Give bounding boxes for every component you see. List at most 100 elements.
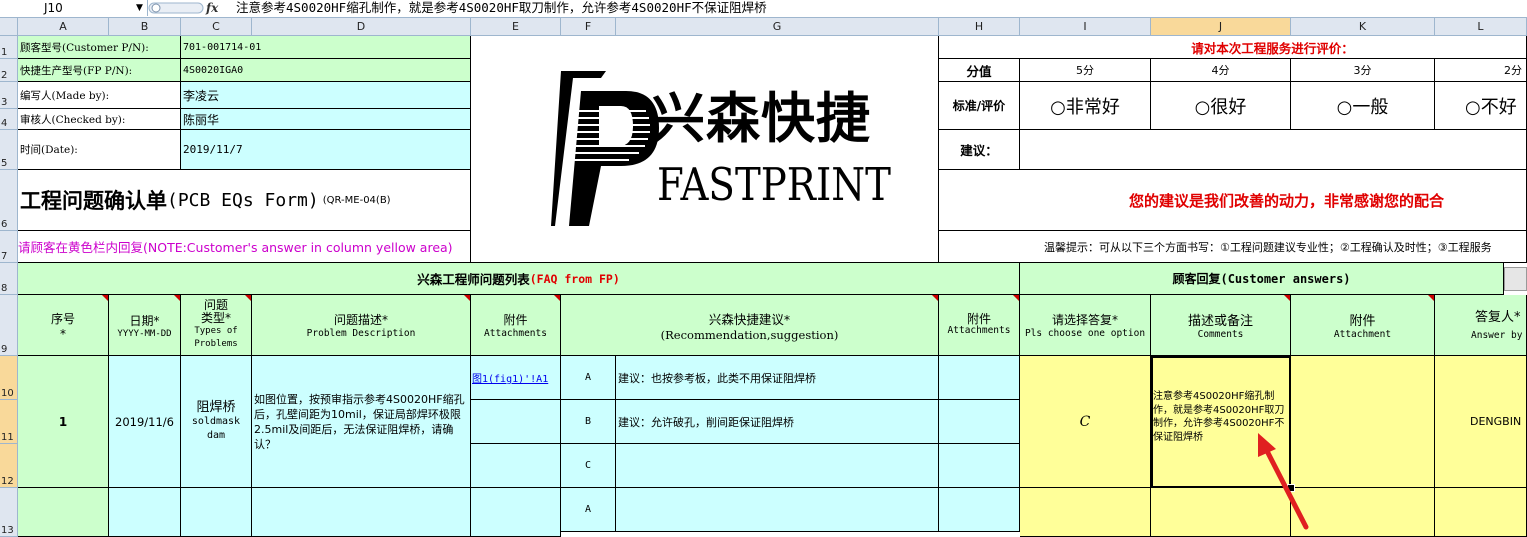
col-header-j[interactable]: J xyxy=(1151,18,1291,36)
name-box[interactable]: J10 ▼ xyxy=(0,0,148,16)
row-header-1[interactable]: 1 xyxy=(0,36,18,59)
col-header-a[interactable]: A xyxy=(18,18,109,36)
formula-input[interactable]: 注意参考4S0020HF缩孔制作，就是参考4S0020HF取刀制作，允许参考4S… xyxy=(236,0,767,16)
next-option-label-a: A xyxy=(561,488,616,532)
date-value[interactable]: 2019/11/7 xyxy=(181,130,471,170)
customer-pn-label: 顾客型号(Customer P/N): xyxy=(18,36,181,59)
form-button[interactable] xyxy=(1504,267,1527,291)
header-no: 序号 * xyxy=(18,295,109,356)
next-option-attach-a[interactable] xyxy=(939,488,1020,532)
option-label-b: B xyxy=(561,400,616,444)
red-arrow-icon xyxy=(1258,433,1309,530)
option-text-a[interactable]: 建议：也按参考板，此类不用保证阻焊桥 xyxy=(616,356,939,400)
next-choice-cell[interactable] xyxy=(1020,488,1151,537)
row-header-2[interactable]: 2 xyxy=(0,59,18,82)
col-header-d[interactable]: D xyxy=(252,18,471,36)
row-header-7[interactable]: 7 xyxy=(0,231,18,263)
header-desc: 问题描述* Problem Description xyxy=(252,295,471,356)
item-attachment-b[interactable] xyxy=(471,400,561,444)
option-label-a: A xyxy=(561,356,616,400)
faq-section-title-en: (FAQ from FP) xyxy=(529,271,620,286)
option-attach-c[interactable] xyxy=(939,444,1020,488)
option-label-c: C xyxy=(561,444,616,488)
col-header-c[interactable]: C xyxy=(181,18,252,36)
item-attachment-c[interactable] xyxy=(471,444,561,488)
chevron-down-icon[interactable]: ▼ xyxy=(136,0,143,16)
next-option-text-a[interactable] xyxy=(616,488,939,532)
score-label: 分值 xyxy=(939,59,1020,82)
rating-option-excellent[interactable]: ○非常好 xyxy=(1020,82,1151,130)
next-answer-by-cell[interactable] xyxy=(1435,488,1527,537)
next-item-description[interactable] xyxy=(252,488,471,537)
option-attach-b[interactable] xyxy=(939,400,1020,444)
header-answer-by: 答复人* Answer by xyxy=(1435,295,1527,356)
header-type: 问题类型* Types of Problems xyxy=(181,295,252,356)
fp-pn-value[interactable]: 4S0020IGA0 xyxy=(181,59,471,82)
logo-area: 兴森快捷 FASTPRINT xyxy=(471,36,939,263)
col-header-i[interactable]: I xyxy=(1020,18,1151,36)
choice-cell[interactable]: C xyxy=(1020,356,1151,488)
made-by-value[interactable]: 李凌云 xyxy=(181,82,471,109)
made-by-label: 编写人(Made by): xyxy=(18,82,181,109)
criteria-label: 标准/评价 xyxy=(939,82,1020,130)
checked-by-value[interactable]: 陈丽华 xyxy=(181,109,471,130)
evaluation-title: 请对本次工程服务进行评价： xyxy=(939,36,1527,59)
next-item-no[interactable] xyxy=(18,488,109,537)
header-attach3: 附件 Attachment xyxy=(1291,295,1435,356)
customer-note: 请顾客在黄色栏内回复(NOTE:Customer's answer in col… xyxy=(18,231,471,263)
answer-by-cell[interactable]: DENGBIN xyxy=(1435,356,1527,488)
form-title-en: (PCB EQs Form) xyxy=(167,189,319,211)
col-header-g[interactable]: G xyxy=(616,18,939,36)
col-header-h[interactable]: H xyxy=(939,18,1020,36)
col-header-f[interactable]: F xyxy=(561,18,616,36)
item-no[interactable]: 1 xyxy=(18,356,109,488)
evaluation-tip: 温馨提示：可从以下三个方面书写：①工程问题建议专业性；②工程确认及时性；③工程服… xyxy=(939,231,1527,263)
select-all-corner[interactable] xyxy=(0,18,18,36)
header-choose: 请选择答复* Pls choose one option xyxy=(1020,295,1151,356)
form-title: 工程问题确认单 xyxy=(20,189,167,213)
next-item-attachment[interactable] xyxy=(471,488,561,537)
customer-section-header: 顾客回复(Customer answers) xyxy=(1020,263,1504,295)
row-header-4[interactable]: 4 xyxy=(0,109,18,130)
item-type[interactable]: 阻焊桥 soldmask dam xyxy=(181,356,252,488)
row-header-5[interactable]: 5 xyxy=(0,130,18,170)
row-header-12[interactable]: 12 xyxy=(0,444,18,488)
col-header-k[interactable]: K xyxy=(1291,18,1435,36)
header-recommendation: 兴森快捷建议* (Recommendation,suggestion) xyxy=(561,295,939,356)
item-description[interactable]: 如图位置，按预审指示参考4S0020HF缩孔后，孔壁间距为10mil，保证局部焊… xyxy=(252,356,471,488)
next-item-type[interactable] xyxy=(181,488,252,537)
row-header-6[interactable]: 6 xyxy=(0,170,18,231)
score-5: 5分 xyxy=(1020,59,1151,82)
form-title-cell: 工程问题确认单 (PCB EQs Form) (QR-ME-04(B) xyxy=(18,170,471,231)
header-attach: 附件 Attachments xyxy=(471,295,561,356)
header-date: 日期* YYYY-MM-DD xyxy=(109,295,181,356)
option-text-b[interactable]: 建议：允许破孔，削间距保证阻焊桥 xyxy=(616,400,939,444)
row-header-13[interactable]: 13 xyxy=(0,488,18,537)
header-attach2: 附件 Attachments xyxy=(939,295,1020,356)
item-attachment-link[interactable]: 图1(fig1)'!A1 xyxy=(471,356,561,400)
col-header-e[interactable]: E xyxy=(471,18,561,36)
customer-pn-value[interactable]: 701-001714-01 xyxy=(181,36,471,59)
row-header-9[interactable]: 9 xyxy=(0,295,18,356)
item-date[interactable]: 2019/11/6 xyxy=(109,356,181,488)
score-2: 2分 xyxy=(1435,59,1527,82)
rating-option-good[interactable]: ○很好 xyxy=(1151,82,1291,130)
logo-cn: 兴森快捷 xyxy=(651,87,871,150)
name-box-value: J10 xyxy=(44,1,63,15)
logo-en: FASTPRINT xyxy=(657,158,891,211)
suggestion-input[interactable] xyxy=(1020,130,1527,170)
row-header-11[interactable]: 11 xyxy=(0,400,18,444)
row-header-8[interactable]: 8 xyxy=(0,263,18,295)
row-header-10[interactable]: 10 xyxy=(0,356,18,400)
fastprint-logo-icon xyxy=(551,71,659,226)
option-attach-a[interactable] xyxy=(939,356,1020,400)
insert-function-icon[interactable]: fx xyxy=(206,0,218,16)
rating-option-average[interactable]: ○一般 xyxy=(1291,82,1435,130)
col-header-l[interactable]: L xyxy=(1435,18,1527,36)
rating-option-poor[interactable]: ○不好 xyxy=(1435,82,1527,130)
row-header-3[interactable]: 3 xyxy=(0,82,18,109)
col-header-b[interactable]: B xyxy=(109,18,181,36)
option-text-c[interactable] xyxy=(616,444,939,488)
next-item-date[interactable] xyxy=(109,488,181,537)
suggestion-label: 建议： xyxy=(939,130,1020,170)
